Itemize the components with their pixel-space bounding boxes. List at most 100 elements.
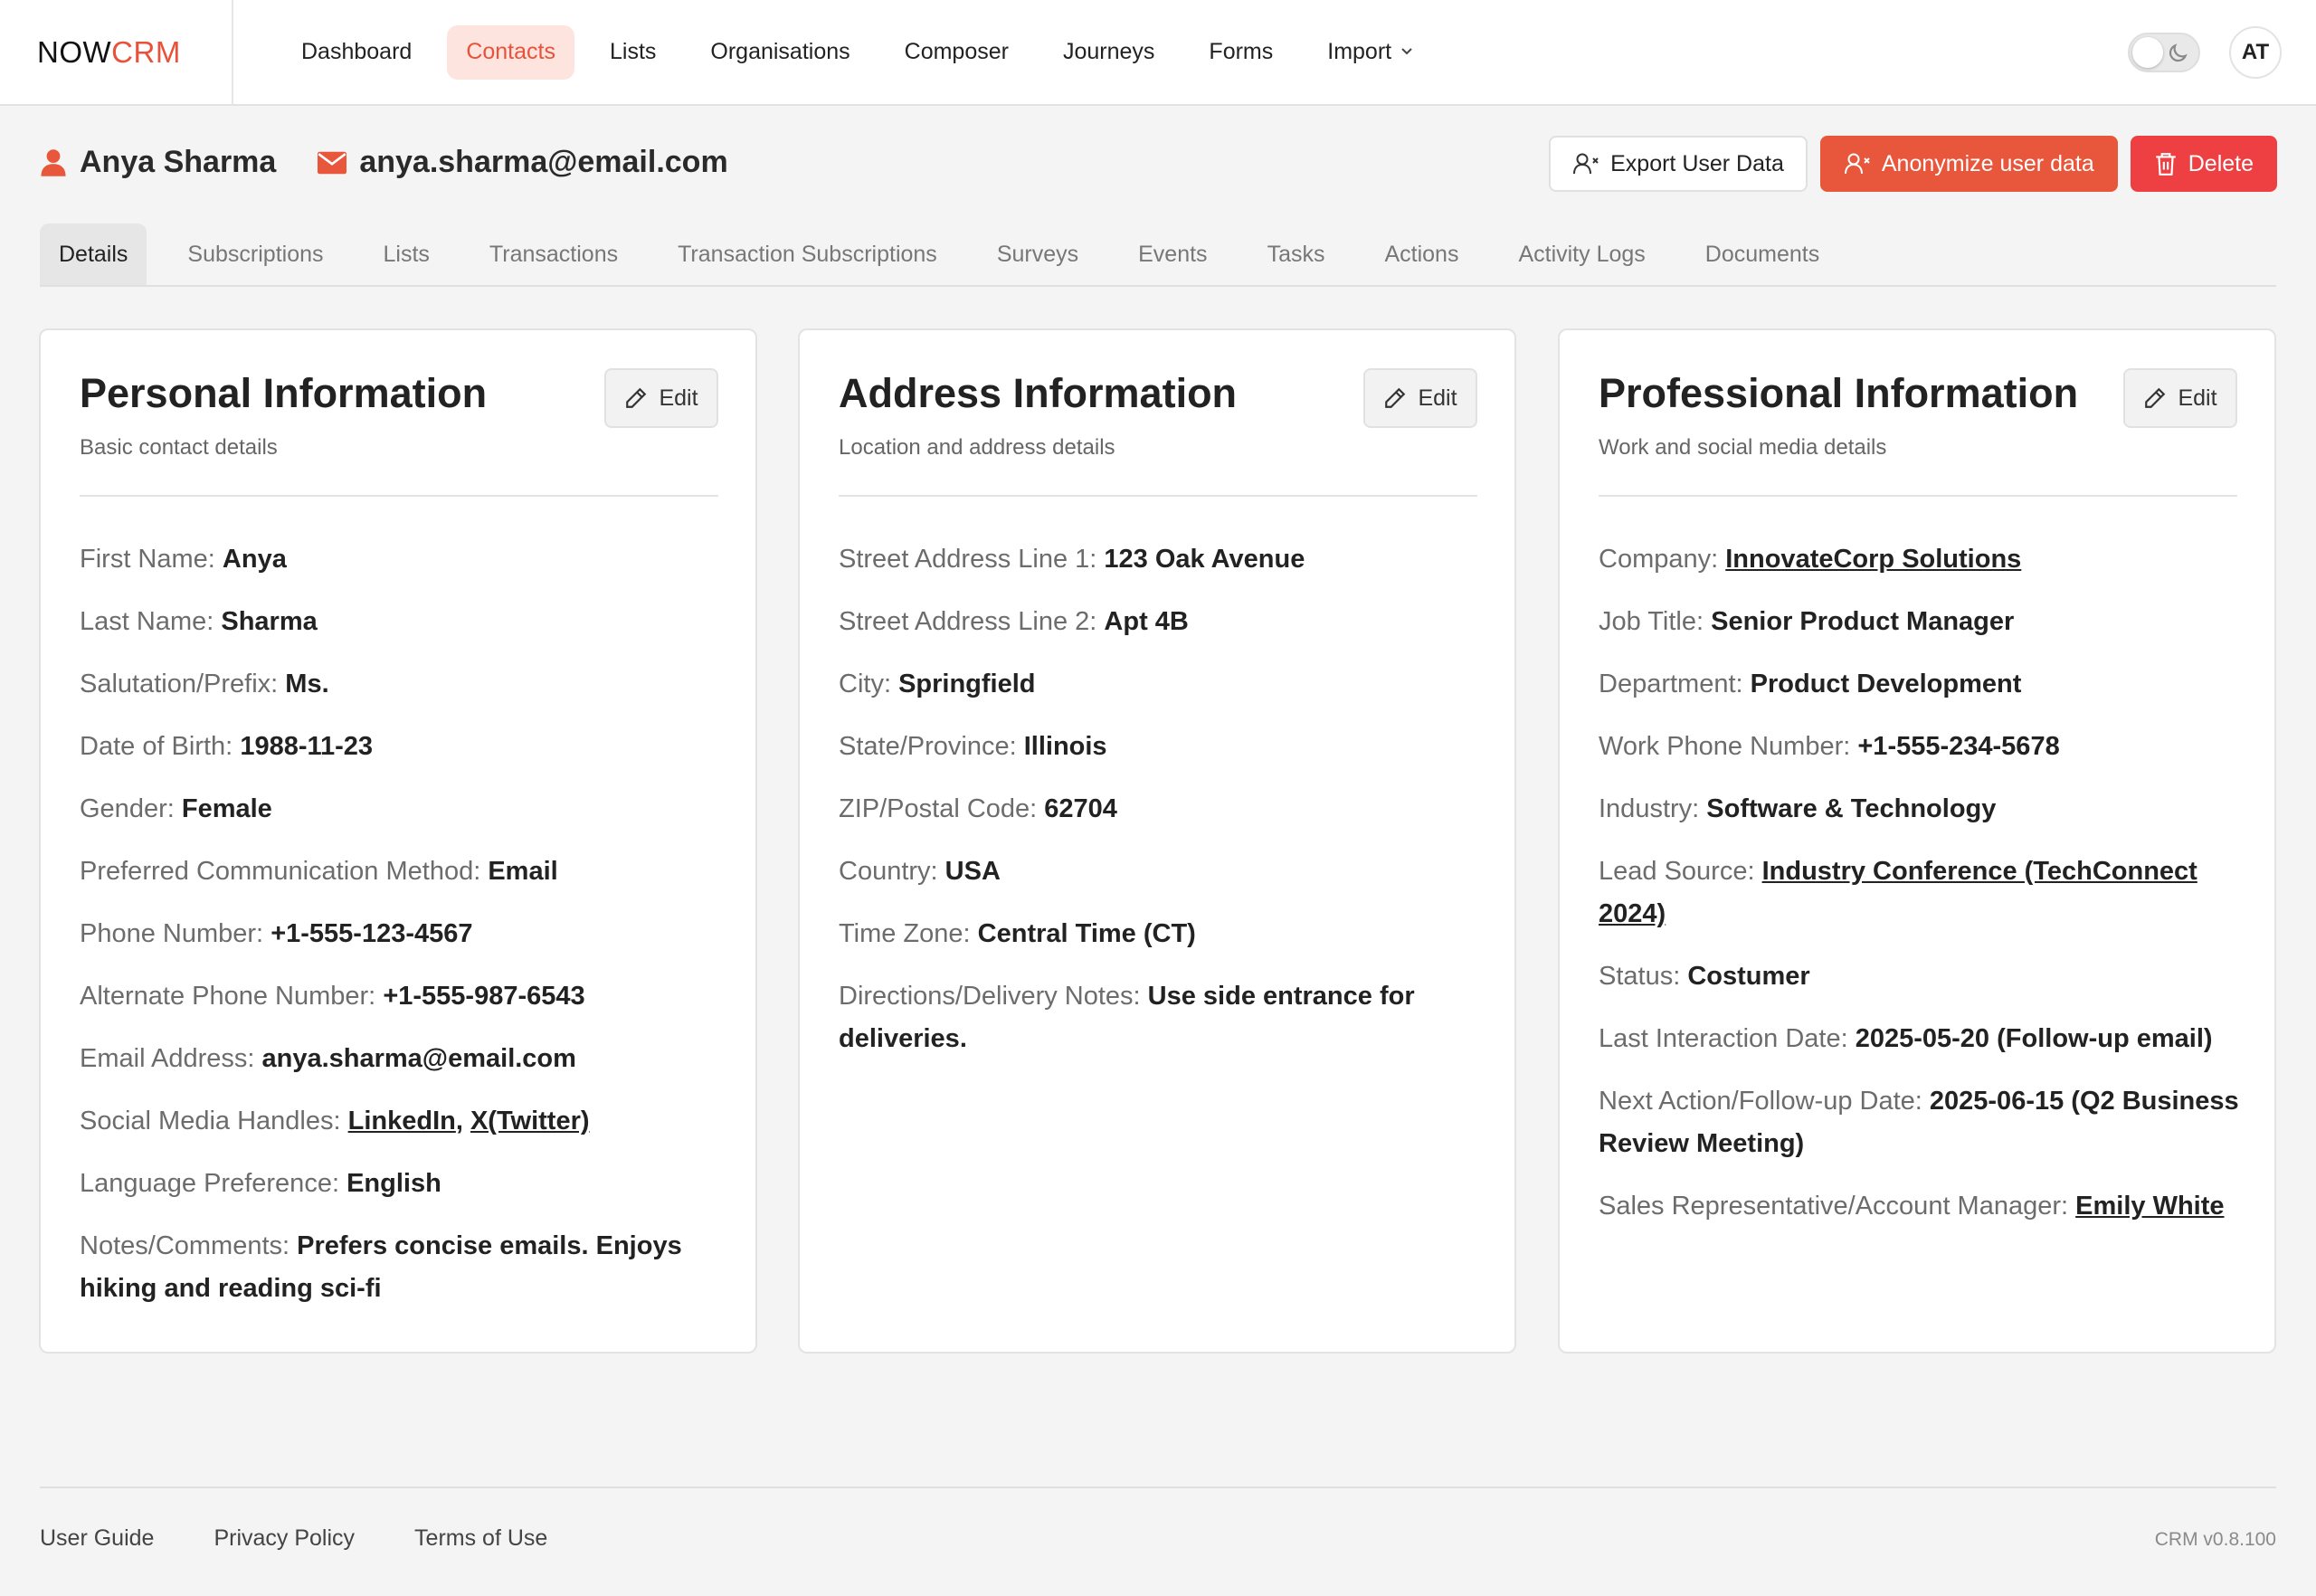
field-value: anya.sharma@email.com: [261, 1044, 576, 1073]
card-subtitle: Work and social media details: [1599, 435, 1887, 460]
field-label: State/Province:: [839, 732, 1017, 761]
contact-header: Anya Sharma anya.sharma@email.com: [40, 145, 728, 180]
nav-dashboard[interactable]: Dashboard: [282, 25, 431, 80]
field-social-media: Social Media Handles: LinkedIn, X(Twitte…: [80, 1100, 723, 1143]
field-label: Salutation/Prefix:: [80, 670, 279, 698]
field-label: Language Preference:: [80, 1169, 339, 1198]
privacy-policy-link[interactable]: Privacy Policy: [214, 1525, 355, 1552]
pencil-icon: [2145, 387, 2166, 408]
field-label: Country:: [839, 857, 938, 886]
field-value: 123 Oak Avenue: [1104, 545, 1305, 574]
link-separator: ,: [455, 1107, 463, 1135]
terms-of-use-link[interactable]: Terms of Use: [414, 1525, 547, 1552]
field-first-name: First Name: Anya: [80, 538, 723, 581]
nav-forms[interactable]: Forms: [1190, 25, 1292, 80]
anonymize-user-data-button[interactable]: Anonymize user data: [1819, 136, 2118, 192]
field-time-zone: Time Zone: Central Time (CT): [839, 913, 1482, 955]
delete-button[interactable]: Delete: [2130, 136, 2277, 192]
edit-label: Edit: [659, 385, 698, 411]
field-label: Social Media Handles:: [80, 1107, 341, 1135]
field-label: Date of Birth:: [80, 732, 233, 761]
tab-transaction-subscriptions[interactable]: Transaction Subscriptions: [659, 223, 956, 285]
export-user-data-button[interactable]: Export User Data: [1549, 136, 1808, 192]
logo-crm: CRM: [111, 34, 181, 69]
field-value: Illinois: [1023, 732, 1107, 761]
field-last-interaction: Last Interaction Date: 2025-05-20 (Follo…: [1599, 1018, 2242, 1060]
field-value: Sharma: [221, 607, 318, 636]
user-x-icon: [1573, 153, 1599, 175]
field-label: Department:: [1599, 670, 1743, 698]
mail-icon: [318, 151, 347, 174]
field-value: USA: [944, 857, 1001, 886]
tab-lists[interactable]: Lists: [365, 223, 449, 285]
tab-actions[interactable]: Actions: [1365, 223, 1477, 285]
field-label: Phone Number:: [80, 919, 264, 948]
app-logo[interactable]: NOW CRM: [0, 0, 233, 105]
field-country: Country: USA: [839, 850, 1482, 893]
professional-information-card: Professional Information Work and social…: [1558, 328, 2276, 1354]
tab-subscriptions[interactable]: Subscriptions: [168, 223, 342, 285]
field-value: 1988-11-23: [240, 732, 374, 761]
tab-transactions[interactable]: Transactions: [470, 223, 637, 285]
card-title: Professional Information: [1599, 370, 2079, 416]
field-label: Directions/Delivery Notes:: [839, 982, 1141, 1011]
tab-details[interactable]: Details: [40, 223, 147, 285]
tab-events[interactable]: Events: [1119, 223, 1226, 285]
twitter-link[interactable]: X(Twitter): [470, 1107, 590, 1135]
card-title: Address Information: [839, 370, 1238, 416]
pencil-icon: [1385, 387, 1406, 408]
field-label: ZIP/Postal Code:: [839, 794, 1038, 823]
user-guide-link[interactable]: User Guide: [40, 1525, 154, 1552]
edit-personal-button[interactable]: Edit: [604, 368, 718, 428]
card-divider: [80, 495, 718, 497]
tab-documents[interactable]: Documents: [1686, 223, 1838, 285]
card-divider: [1599, 495, 2237, 497]
card-subtitle: Location and address details: [839, 435, 1115, 460]
field-label: Notes/Comments:: [80, 1231, 290, 1260]
user-avatar[interactable]: AT: [2229, 26, 2282, 79]
professional-fields: Company: InnovateCorp Solutions Job Titl…: [1599, 538, 2242, 1248]
field-label: First Name:: [80, 545, 215, 574]
field-job-title: Job Title: Senior Product Manager: [1599, 601, 2242, 643]
top-right-controls: AT: [2128, 26, 2282, 79]
field-value: Central Time (CT): [977, 919, 1196, 948]
field-label: Last Name:: [80, 607, 214, 636]
field-value: +1-555-234-5678: [1857, 732, 2060, 761]
theme-toggle[interactable]: [2128, 33, 2200, 72]
logo-now: NOW: [37, 34, 112, 69]
field-label: City:: [839, 670, 891, 698]
field-label: Company:: [1599, 545, 1719, 574]
field-value: Senior Product Manager: [1711, 607, 2015, 636]
tab-tasks[interactable]: Tasks: [1248, 223, 1344, 285]
edit-professional-button[interactable]: Edit: [2123, 368, 2237, 428]
field-work-phone: Work Phone Number: +1-555-234-5678: [1599, 726, 2242, 768]
edit-address-button[interactable]: Edit: [1363, 368, 1477, 428]
edit-label: Edit: [2178, 385, 2217, 411]
field-lead-source: Lead Source: Industry Conference (TechCo…: [1599, 850, 2242, 936]
field-label: Industry:: [1599, 794, 1700, 823]
sales-rep-link[interactable]: Emily White: [2075, 1192, 2224, 1221]
field-value: Ms.: [285, 670, 329, 698]
tab-surveys[interactable]: Surveys: [978, 223, 1097, 285]
field-industry: Industry: Software & Technology: [1599, 788, 2242, 831]
nav-organisations[interactable]: Organisations: [691, 25, 868, 80]
company-link[interactable]: InnovateCorp Solutions: [1725, 545, 2021, 574]
linkedin-link[interactable]: LinkedIn: [348, 1107, 456, 1135]
field-value: Apt 4B: [1104, 607, 1189, 636]
tab-activity-logs[interactable]: Activity Logs: [1499, 223, 1664, 285]
nav-lists[interactable]: Lists: [591, 25, 675, 80]
field-label: Status:: [1599, 962, 1681, 991]
nav-contacts[interactable]: Contacts: [447, 24, 574, 80]
contact-actions: Export User Data Anonymize user data Del…: [1536, 136, 2277, 192]
chevron-down-icon: [1400, 44, 1413, 61]
nav-journeys[interactable]: Journeys: [1044, 25, 1173, 80]
card-title: Personal Information: [80, 370, 488, 416]
nav-import[interactable]: Import: [1308, 25, 1432, 80]
field-label: Lead Source:: [1599, 857, 1755, 886]
card-divider: [839, 495, 1477, 497]
field-label: Job Title:: [1599, 607, 1704, 636]
field-email-address: Email Address: anya.sharma@email.com: [80, 1038, 723, 1080]
address-fields: Street Address Line 1: 123 Oak Avenue St…: [839, 538, 1482, 1080]
field-value: Email: [488, 857, 558, 886]
nav-composer[interactable]: Composer: [886, 25, 1028, 80]
